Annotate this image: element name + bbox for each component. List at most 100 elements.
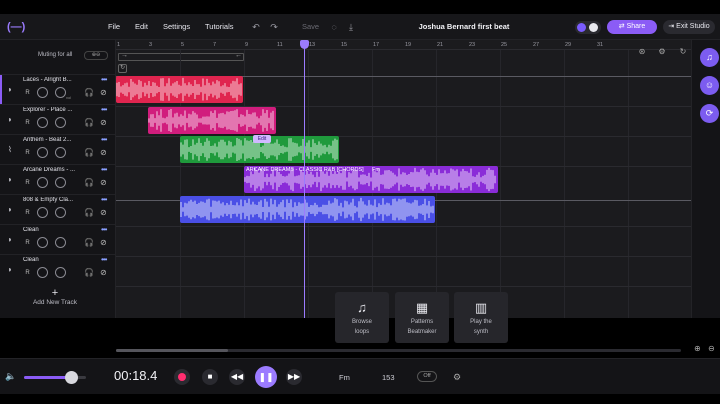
volume-knob[interactable] <box>55 117 66 128</box>
more-icon[interactable]: ••• <box>101 105 107 114</box>
track-row-7[interactable]: ◗ Clean ••• R 🎧 ⊘ <box>0 254 115 284</box>
speaker-mute-icon[interactable]: ⊘ <box>100 178 107 187</box>
pan-knob[interactable] <box>37 177 48 188</box>
download-icon[interactable]: ⤓ <box>344 20 358 34</box>
volume-knob[interactable] <box>55 207 66 218</box>
track-name[interactable]: Arcane Dreams - ... <box>23 167 97 173</box>
headphones-icon[interactable]: 🎧 <box>84 118 94 127</box>
pan-knob[interactable] <box>37 87 48 98</box>
undo-icon[interactable]: ↶ <box>249 20 263 34</box>
track-row-4[interactable]: ◗ Arcane Dreams - ... ••• R 🎧 ⊘ <box>0 164 115 194</box>
loop-cycle-icon[interactable]: ⟳ <box>700 104 719 123</box>
more-icon[interactable]: ••• <box>101 75 107 84</box>
headphones-icon[interactable]: 🎧 <box>84 178 94 187</box>
app-logo-icon[interactable]: (—) <box>7 20 25 34</box>
edit-button[interactable]: Edit <box>253 135 271 143</box>
record-arm-button[interactable]: R <box>23 269 32 278</box>
playhead[interactable] <box>304 40 305 318</box>
record-arm-button[interactable]: R <box>23 209 32 218</box>
zoom-out-icon[interactable]: ⊖ <box>708 344 715 353</box>
menu-tutorials[interactable]: Tutorials <box>205 14 233 40</box>
theme-toggle[interactable] <box>575 21 601 34</box>
record-arm-button[interactable]: R <box>23 89 32 98</box>
menu-file[interactable]: File <box>108 14 120 40</box>
speaker-mute-icon[interactable]: ⊘ <box>100 208 107 217</box>
speaker-mute-icon[interactable]: ⊘ <box>100 88 107 97</box>
record-button[interactable] <box>174 369 190 385</box>
more-icon[interactable]: ••• <box>101 135 107 144</box>
horizontal-scrollbar[interactable] <box>116 349 681 352</box>
ruler[interactable]: 1 3 5 7 9 11 13 15 17 19 21 23 25 27 29 … <box>116 40 691 50</box>
fast-forward-button[interactable]: ▶▶ <box>286 369 302 385</box>
playhead-handle[interactable] <box>300 40 309 49</box>
record-arm-button[interactable]: R <box>23 119 32 128</box>
volume-knob[interactable] <box>55 267 66 278</box>
volume-knob[interactable] <box>55 177 66 188</box>
clip-laces[interactable] <box>116 76 243 103</box>
bpm-display[interactable]: 153 <box>382 373 395 382</box>
volume-knob[interactable] <box>55 147 66 158</box>
refresh-icon[interactable]: ↻ <box>678 47 688 57</box>
headphones-icon[interactable]: 🎧 <box>84 148 94 157</box>
track-name[interactable]: 808 & Empty Cla... <box>23 197 97 203</box>
clip-808[interactable] <box>180 196 435 223</box>
pause-button[interactable]: ❚❚ <box>255 366 277 388</box>
more-icon[interactable]: ••• <box>101 225 107 234</box>
save-button[interactable]: Save <box>302 14 319 40</box>
record-arm-button[interactable]: R <box>23 239 32 248</box>
track-name[interactable]: Clean <box>23 227 97 233</box>
pan-knob[interactable] <box>37 267 48 278</box>
speaker-icon[interactable]: 🔈 <box>5 371 16 382</box>
menu-edit[interactable]: Edit <box>135 14 148 40</box>
pan-knob[interactable] <box>37 147 48 158</box>
speaker-mute-icon[interactable]: ⊘ <box>100 148 107 157</box>
share-button[interactable]: ⇄ Share <box>607 20 657 34</box>
headphones-icon[interactable]: 🎧 <box>84 88 94 97</box>
track-row-5[interactable]: ◗ 808 & Empty Cla... ••• R 🎧 ⊘ <box>0 194 115 224</box>
master-volume-slider[interactable] <box>24 371 86 384</box>
project-title[interactable]: Joshua Bernard first beat <box>404 14 524 40</box>
volume-knob[interactable] <box>55 87 66 98</box>
track-row-3[interactable]: ⌇ Anthem - Beat 2... ••• R 🎧 ⊘ <box>0 134 115 164</box>
speaker-mute-icon[interactable]: ⊘ <box>100 238 107 247</box>
track-name[interactable]: Clean <box>23 257 97 263</box>
menu-settings[interactable]: Settings <box>163 14 190 40</box>
clip-explorer[interactable] <box>148 107 276 134</box>
play-synth-tile[interactable]: ▥ Play the synth <box>454 292 508 343</box>
volume-knob[interactable] <box>55 237 66 248</box>
record-arm-button[interactable]: R <box>23 149 32 158</box>
more-icon[interactable]: ••• <box>101 195 107 204</box>
add-new-track-button[interactable]: + Add New Track <box>20 288 90 307</box>
track-name[interactable]: Explorer - Place ... <box>23 107 97 113</box>
rewind-button[interactable]: ◀◀ <box>229 369 245 385</box>
pan-knob[interactable] <box>37 117 48 128</box>
loop-toggle-icon[interactable]: ↻ <box>118 64 127 73</box>
volume-handle[interactable] <box>64 371 78 384</box>
more-icon[interactable]: ••• <box>101 255 107 264</box>
track-name[interactable]: Laces - Alright B... <box>23 77 97 83</box>
browse-loops-tile[interactable]: ♫ Browse loops <box>335 292 389 343</box>
headphones-icon[interactable]: 🎧 <box>84 268 94 277</box>
timeline[interactable]: 1 3 5 7 9 11 13 15 17 19 21 23 25 27 29 … <box>116 40 691 318</box>
pan-knob[interactable] <box>37 207 48 218</box>
settings-icon[interactable]: ⚙ <box>453 372 461 383</box>
headphones-icon[interactable]: 🎧 <box>84 208 94 217</box>
sound-library-icon[interactable]: ♫ <box>700 48 719 67</box>
settings-gear-icon[interactable]: ⚙ <box>657 47 667 57</box>
speaker-mute-icon[interactable]: ⊘ <box>100 268 107 277</box>
stop-button[interactable]: ■ <box>202 369 218 385</box>
magnet-icon[interactable]: ⊛ <box>637 47 647 57</box>
key-display[interactable]: Fm <box>339 373 350 382</box>
track-row-1[interactable]: ◗ Laces - Alright B... ••• R vol 🎧 ⊘ <box>0 74 115 105</box>
record-arm-button[interactable]: R <box>23 179 32 188</box>
collaborators-icon[interactable]: ☺ <box>700 76 719 95</box>
patterns-beatmaker-tile[interactable]: ▦ Patterns Beatmaker <box>395 292 449 343</box>
headphones-icon[interactable]: 🎧 <box>84 238 94 247</box>
mute-all-toggle[interactable]: ⊕⊖ <box>84 51 108 60</box>
track-name[interactable]: Anthem - Beat 2... <box>23 137 97 143</box>
zoom-in-icon[interactable]: ⊕ <box>694 344 701 353</box>
exit-studio-button[interactable]: ⇥ Exit Studio <box>663 20 715 34</box>
scrollbar-thumb[interactable] <box>116 349 228 352</box>
redo-icon[interactable]: ↷ <box>267 20 281 34</box>
more-icon[interactable]: ••• <box>101 165 107 174</box>
